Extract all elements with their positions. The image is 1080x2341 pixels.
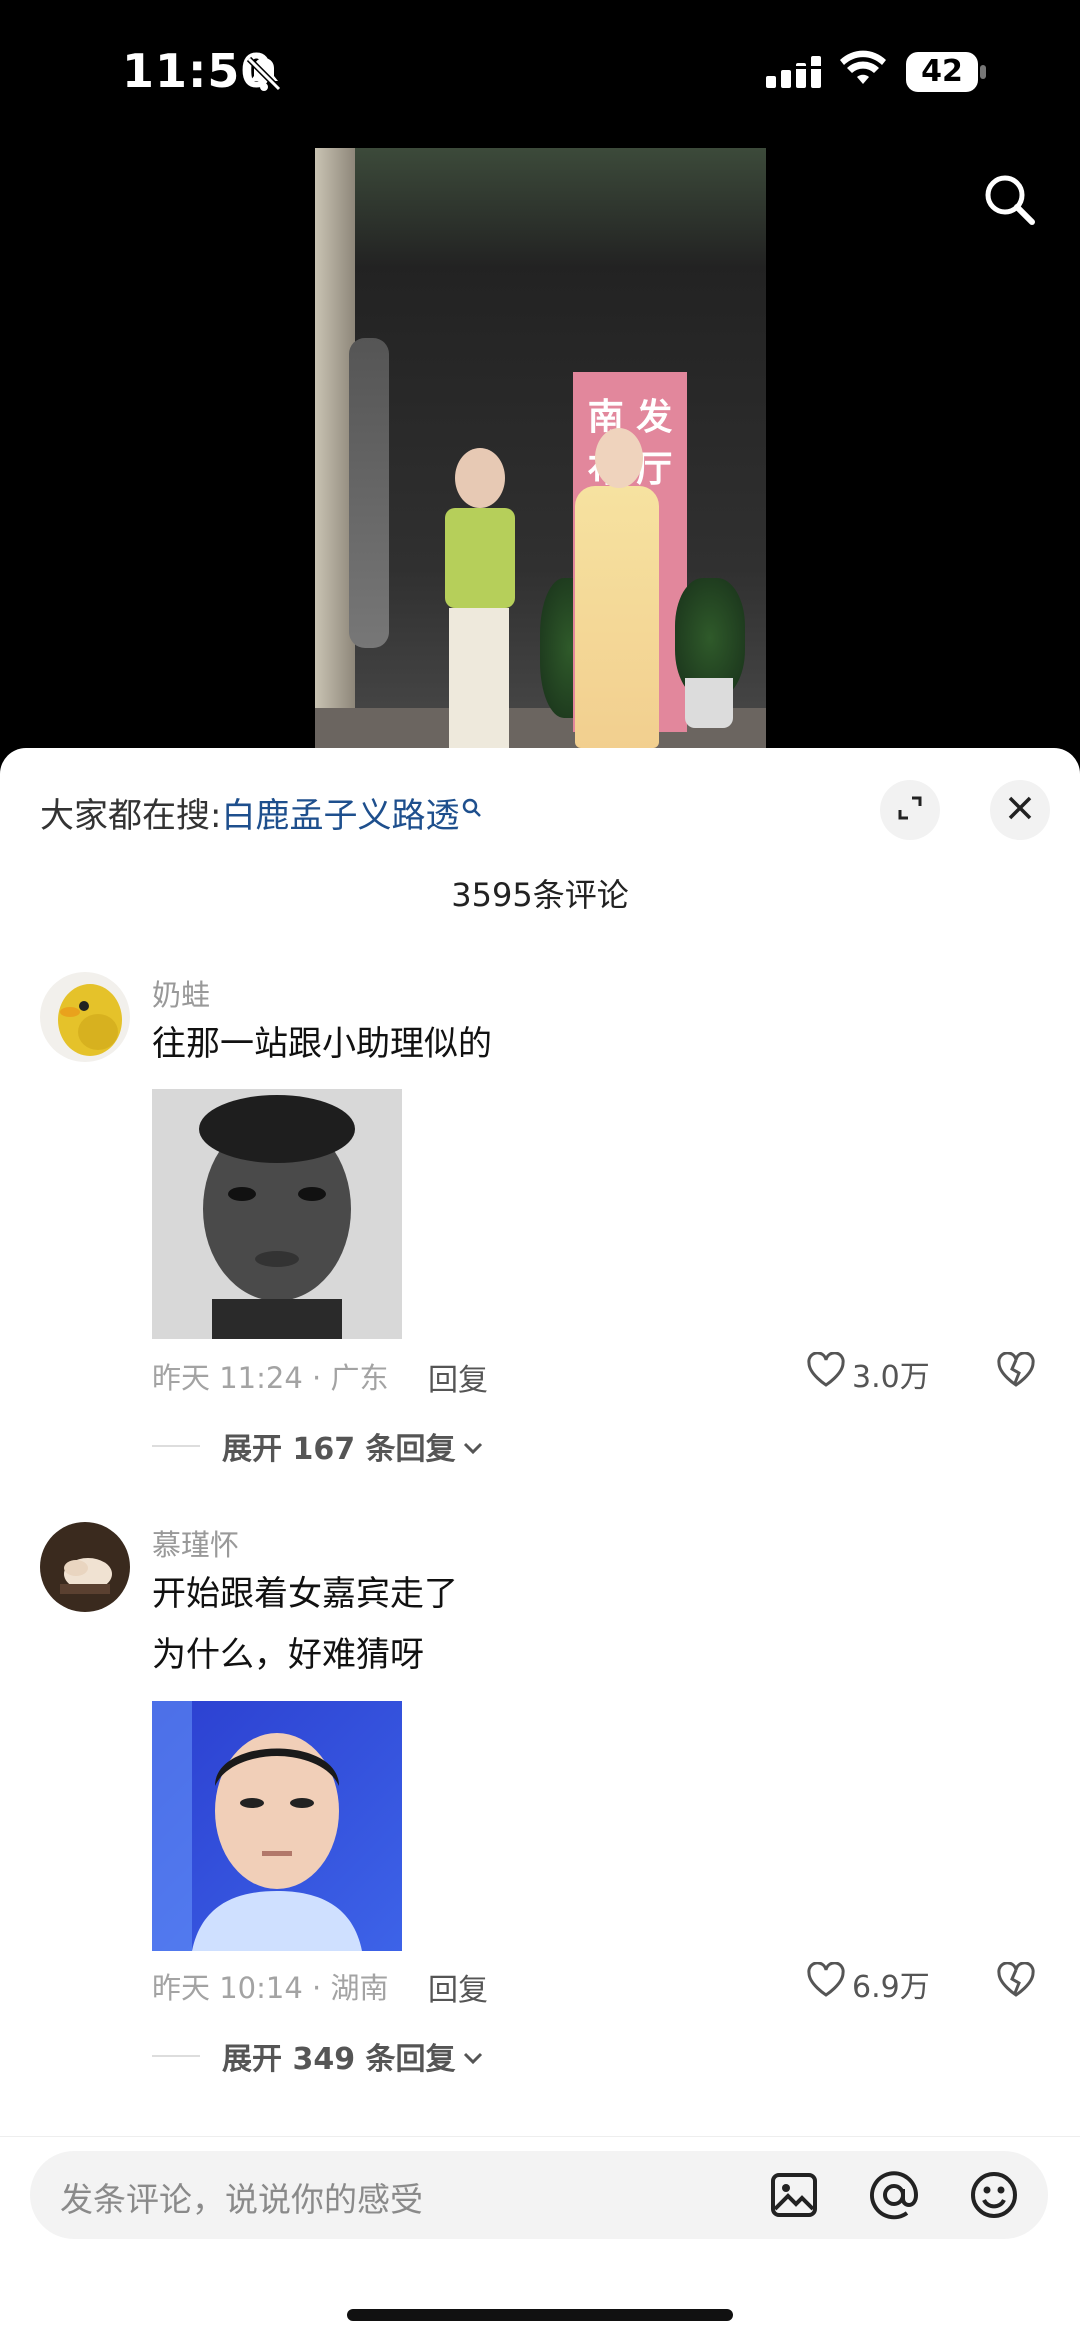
heart-icon: [806, 1351, 846, 1396]
comment-text: 开始跟着女嘉宾走了 为什么，好难猜呀: [152, 1564, 458, 1686]
broken-heart-icon: [996, 1961, 1036, 2002]
video-player[interactable]: 南 发 布 厅: [315, 148, 766, 748]
home-indicator[interactable]: [347, 2309, 733, 2321]
comment-meta: 昨天 11:24 · 广东: [152, 1361, 389, 1395]
comment-item: 奶蛙 往那一站跟小助理似的 昨天 11:24 · 广东 回复 3.0万 展开 1…: [0, 972, 1080, 1492]
expand-icon: [895, 793, 925, 827]
comment-meta: 昨天 10:14 · 湖南: [152, 1971, 389, 2005]
like-count: 6.9万: [852, 1970, 930, 2005]
status-bar: 11:50 42: [0, 0, 1080, 140]
close-icon: [1005, 793, 1035, 827]
comment-item: 慕瑾怀 开始跟着女嘉宾走了 为什么，好难猜呀 昨天 10:14 · 湖南 回复 …: [0, 1522, 1080, 2122]
comment-text-line: 往那一站跟小助理似的: [152, 1024, 492, 1064]
comment-image[interactable]: [152, 1089, 402, 1339]
dislike-button[interactable]: [996, 1351, 1036, 1392]
avatar[interactable]: [40, 972, 130, 1062]
broken-heart-icon: [996, 1351, 1036, 1392]
at-icon[interactable]: [864, 2165, 924, 2229]
comment-username[interactable]: 奶蛙: [152, 972, 210, 1014]
battery-level: 42: [906, 52, 978, 92]
comment-count: 3595条评论: [451, 876, 629, 914]
heart-icon: [806, 1961, 846, 2006]
small-search-icon: [461, 788, 483, 828]
comment-input-placeholder: 发条评论，说说你的感受: [60, 2180, 423, 2219]
like-count: 3.0万: [852, 1360, 930, 1395]
battery-indicator: 42: [906, 52, 986, 92]
expand-replies-label: 展开 167 条回复: [222, 1432, 456, 1467]
comment-text-line: 开始跟着女嘉宾走了: [152, 1574, 458, 1614]
comment-sheet: 大家都在搜:白鹿孟子义路透 3595条评论 奶蛙 往那一站跟小助理似的 昨天 1…: [0, 748, 1080, 2340]
comment-username[interactable]: 慕瑾怀: [152, 1522, 239, 1564]
expand-sheet-button[interactable]: [880, 780, 940, 840]
comment-composer: 发条评论，说说你的感受: [0, 2136, 1080, 2341]
comment-text-line: 为什么，好难猜呀: [152, 1635, 424, 1675]
wifi-icon: [838, 48, 888, 92]
divider-line: [152, 1445, 200, 1447]
comment-input[interactable]: 发条评论，说说你的感受: [30, 2151, 1048, 2239]
trending-keyword[interactable]: 白鹿孟子义路透: [221, 796, 459, 836]
chevron-down-icon: [462, 2039, 484, 2074]
trending-prefix: 大家都在搜:: [40, 796, 222, 836]
comment-image[interactable]: [152, 1701, 402, 1951]
expand-replies-button[interactable]: 展开 349 条回复: [152, 2034, 484, 2078]
close-sheet-button[interactable]: [990, 780, 1050, 840]
emoji-icon[interactable]: [964, 2165, 1024, 2229]
avatar[interactable]: [40, 1522, 130, 1612]
like-button[interactable]: 6.9万: [806, 1961, 930, 2006]
dislike-button[interactable]: [996, 1961, 1036, 2002]
bell-muted-icon: [244, 54, 284, 98]
divider-line: [152, 2055, 200, 2057]
reply-button[interactable]: 回复: [428, 1355, 488, 1399]
trending-search[interactable]: 大家都在搜:白鹿孟子义路透: [40, 788, 483, 837]
signal-icon: [766, 56, 822, 92]
image-icon[interactable]: [764, 2165, 824, 2229]
chevron-down-icon: [462, 1429, 484, 1464]
expand-replies-label: 展开 349 条回复: [222, 2042, 456, 2077]
comment-text: 往那一站跟小助理似的: [152, 1014, 492, 1075]
like-button[interactable]: 3.0万: [806, 1351, 930, 1396]
reply-button[interactable]: 回复: [428, 1965, 488, 2009]
search-icon[interactable]: [980, 170, 1040, 234]
expand-replies-button[interactable]: 展开 167 条回复: [152, 1424, 484, 1468]
